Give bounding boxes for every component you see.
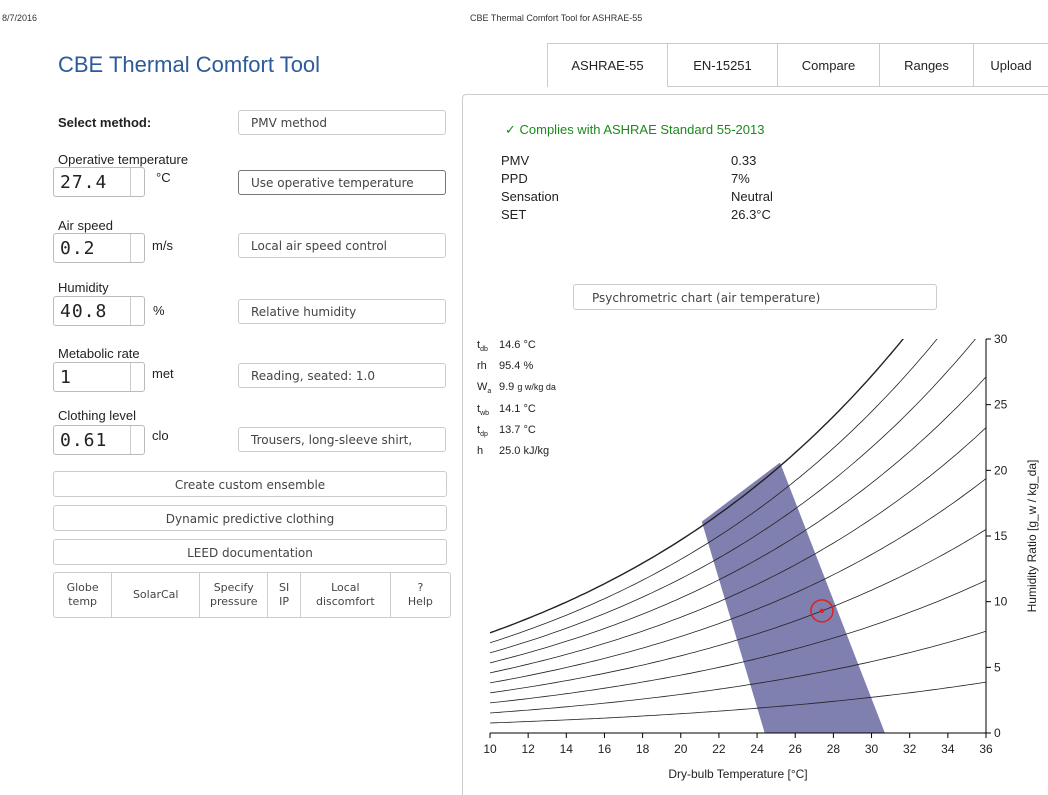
x-tick-label: 18	[636, 742, 650, 756]
x-tick-label: 28	[827, 742, 841, 756]
y-tick-label: 30	[994, 332, 1008, 346]
x-tick-label: 30	[865, 742, 879, 756]
x-tick-label: 14	[560, 742, 574, 756]
x-tick-label: 26	[789, 742, 803, 756]
x-tick-label: 36	[979, 742, 993, 756]
x-tick-label: 32	[903, 742, 917, 756]
x-tick-label: 10	[483, 742, 497, 756]
x-axis-title: Dry-bulb Temperature [°C]	[668, 767, 807, 781]
y-axis-title: Humidity Ratio [g_w / kg_da]	[1025, 460, 1039, 613]
x-tick-label: 34	[941, 742, 955, 756]
x-tick-label: 24	[750, 742, 764, 756]
psychrometric-chart[interactable]: 10 12 14 16 18 20 22 24 26 28 30 32 34 360 5 10 15 20 25 30…	[0, 0, 1048, 788]
y-tick-label: 5	[994, 660, 1001, 674]
state-point-dot	[819, 608, 825, 614]
y-tick-label: 0	[994, 726, 1001, 740]
y-tick-label: 15	[994, 529, 1008, 543]
y-tick-label: 10	[994, 595, 1008, 609]
comfort-zone-polygon	[701, 462, 885, 733]
x-tick-label: 22	[712, 742, 726, 756]
rh-curve-20	[490, 630, 986, 714]
x-tick-label: 16	[598, 742, 612, 756]
x-tick-label: 12	[521, 742, 535, 756]
rh-curve-10	[490, 681, 986, 724]
x-tick-label: 20	[674, 742, 688, 756]
y-tick-label: 25	[994, 398, 1008, 412]
y-tick-label: 20	[994, 463, 1008, 477]
